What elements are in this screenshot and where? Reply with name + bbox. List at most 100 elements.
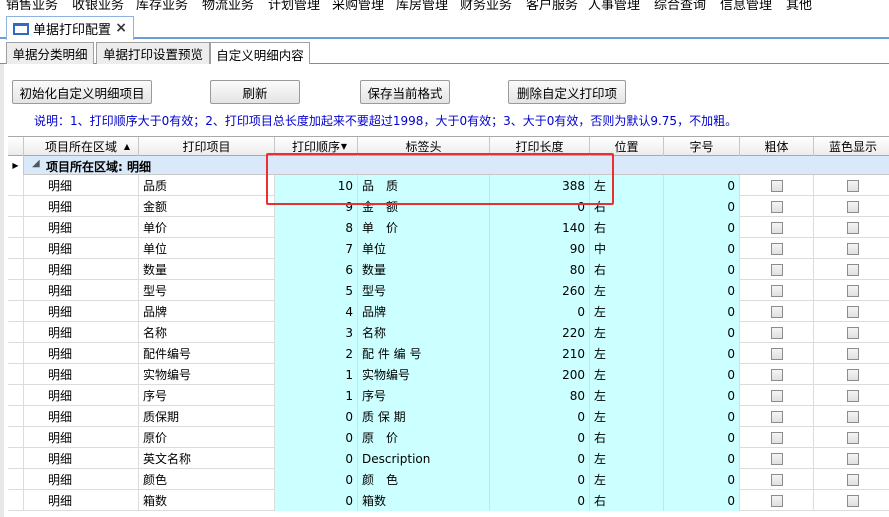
cell-position[interactable]: 左 — [590, 469, 664, 490]
blue-checkbox[interactable] — [847, 326, 859, 339]
cell-print-item[interactable]: 箱数 — [139, 490, 275, 511]
cell-print-length[interactable]: 80 — [490, 259, 590, 280]
bold-checkbox[interactable] — [770, 326, 783, 339]
cell-print-length[interactable]: 260 — [490, 280, 590, 301]
cell-font-size[interactable]: 0 — [664, 469, 740, 490]
blue-checkbox[interactable] — [847, 221, 859, 234]
cell-print-length[interactable]: 0 — [490, 490, 590, 511]
init-custom-items-button[interactable]: 初始化自定义明细项目 — [12, 80, 152, 104]
cell-area[interactable]: 明细 — [24, 448, 139, 469]
group-row-detail[interactable]: ▶ ◢ 项目所在区域: 明细 — [8, 156, 889, 175]
cell-print-item[interactable]: 原价 — [139, 427, 275, 448]
cell-font-size[interactable]: 0 — [664, 259, 740, 280]
cell-print-order[interactable]: 0 — [275, 427, 358, 448]
cell-print-order[interactable]: 4 — [275, 301, 358, 322]
close-icon[interactable]: × — [115, 20, 127, 36]
menu-item[interactable]: 其他 — [786, 0, 812, 10]
cell-print-order[interactable]: 3 — [275, 322, 358, 343]
cell-print-order[interactable]: 0 — [275, 490, 358, 511]
menu-item[interactable]: 采购管理 — [332, 0, 384, 10]
cell-print-length[interactable]: 388 — [490, 175, 590, 196]
cell-position[interactable]: 左 — [590, 385, 664, 406]
header-print-length[interactable]: 打印长度 — [490, 137, 590, 156]
cell-print-order[interactable]: 9 — [275, 196, 358, 217]
save-format-button[interactable]: 保存当前格式 — [360, 80, 450, 104]
cell-area[interactable]: 明细 — [24, 196, 139, 217]
cell-print-item[interactable]: 单价 — [139, 217, 275, 238]
tab-print-preview[interactable]: 单据打印设置预览 — [96, 42, 210, 64]
cell-area[interactable]: 明细 — [24, 175, 139, 196]
cell-print-order[interactable]: 0 — [275, 469, 358, 490]
delete-custom-item-button[interactable]: 删除自定义打印项 — [508, 80, 626, 104]
cell-print-order[interactable]: 1 — [275, 364, 358, 385]
table-row[interactable]: 明细 型号 5 型号 260 左 0 — [8, 280, 889, 301]
cell-font-size[interactable]: 0 — [664, 490, 740, 511]
cell-position[interactable]: 左 — [590, 280, 664, 301]
cell-print-item[interactable]: 品质 — [139, 175, 275, 196]
menu-item[interactable]: 财务业务 — [460, 0, 512, 10]
menu-item[interactable]: 综合查询 — [654, 0, 706, 10]
menu-item[interactable]: 库存业务 — [136, 0, 188, 10]
cell-label[interactable]: 数量 — [358, 259, 490, 280]
bold-checkbox[interactable] — [770, 494, 783, 507]
blue-checkbox[interactable] — [847, 410, 859, 423]
blue-checkbox[interactable] — [847, 347, 859, 360]
cell-position[interactable]: 右 — [590, 259, 664, 280]
menu-item[interactable]: 计划管理 — [268, 0, 320, 10]
menu-item[interactable]: 库房管理 — [396, 0, 448, 10]
cell-print-order[interactable]: 1 — [275, 385, 358, 406]
cell-area[interactable]: 明细 — [24, 322, 139, 343]
refresh-button[interactable]: 刷新 — [210, 80, 300, 104]
bold-checkbox[interactable] — [770, 242, 783, 255]
menu-item[interactable]: 物流业务 — [202, 0, 254, 10]
table-row[interactable]: 明细 金额 9 金 额0右0 — [8, 196, 889, 217]
cell-position[interactable]: 左 — [590, 301, 664, 322]
cell-font-size[interactable]: 0 — [664, 427, 740, 448]
cell-position[interactable]: 右 — [590, 196, 664, 217]
table-row[interactable]: 明细 英文名称 0 Description 0 左 0 — [8, 448, 889, 469]
table-row[interactable]: 明细 质保期 0 质 保 期0左0 — [8, 406, 889, 427]
cell-label[interactable]: 原 价 — [358, 427, 490, 448]
cell-print-order[interactable]: 6 — [275, 259, 358, 280]
cell-font-size[interactable]: 0 — [664, 196, 740, 217]
tab-print-config[interactable]: 单据打印配置 × — [6, 16, 134, 40]
cell-label[interactable]: 单位 — [358, 238, 490, 259]
cell-print-length[interactable]: 0 — [490, 196, 590, 217]
blue-checkbox[interactable] — [847, 284, 859, 297]
cell-label[interactable]: 型号 — [358, 280, 490, 301]
blue-checkbox[interactable] — [847, 263, 859, 276]
cell-print-length[interactable]: 90 — [490, 238, 590, 259]
cell-label[interactable]: 实物编号 — [358, 364, 490, 385]
cell-position[interactable]: 右 — [590, 490, 664, 511]
blue-checkbox[interactable] — [847, 473, 859, 486]
cell-area[interactable]: 明细 — [24, 259, 139, 280]
header-font-size[interactable]: 字号 — [664, 137, 740, 156]
cell-print-order[interactable]: 2 — [275, 343, 358, 364]
table-row[interactable]: 明细 配件编号 2 配 件 编 号 210 左 0 — [8, 343, 889, 364]
cell-print-item[interactable]: 单位 — [139, 238, 275, 259]
bold-checkbox[interactable] — [770, 179, 783, 192]
blue-checkbox[interactable] — [847, 368, 859, 381]
table-row[interactable]: 明细 名称 3 名称 220 左 0 — [8, 322, 889, 343]
cell-area[interactable]: 明细 — [24, 385, 139, 406]
blue-checkbox[interactable] — [847, 389, 859, 402]
cell-font-size[interactable]: 0 — [664, 343, 740, 364]
cell-area[interactable]: 明细 — [24, 217, 139, 238]
cell-print-length[interactable]: 200 — [490, 364, 590, 385]
cell-print-length[interactable]: 210 — [490, 343, 590, 364]
cell-print-item[interactable]: 序号 — [139, 385, 275, 406]
blue-checkbox[interactable] — [847, 494, 859, 507]
menu-item[interactable]: 人事管理 — [588, 0, 640, 10]
cell-font-size[interactable]: 0 — [664, 280, 740, 301]
cell-print-length[interactable]: 0 — [490, 427, 590, 448]
header-print-order[interactable]: 打印顺序 ▼ — [275, 137, 358, 156]
cell-print-item[interactable]: 质保期 — [139, 406, 275, 427]
header-position[interactable]: 位置 — [590, 137, 664, 156]
menu-item[interactable]: 收银业务 — [72, 0, 124, 10]
cell-print-item[interactable]: 数量 — [139, 259, 275, 280]
bold-checkbox[interactable] — [770, 347, 783, 360]
table-row[interactable]: 明细 序号 1 序号 80 左 0 — [8, 385, 889, 406]
cell-label[interactable]: 配 件 编 号 — [358, 343, 490, 364]
cell-print-length[interactable]: 0 — [490, 469, 590, 490]
cell-print-order[interactable]: 5 — [275, 280, 358, 301]
